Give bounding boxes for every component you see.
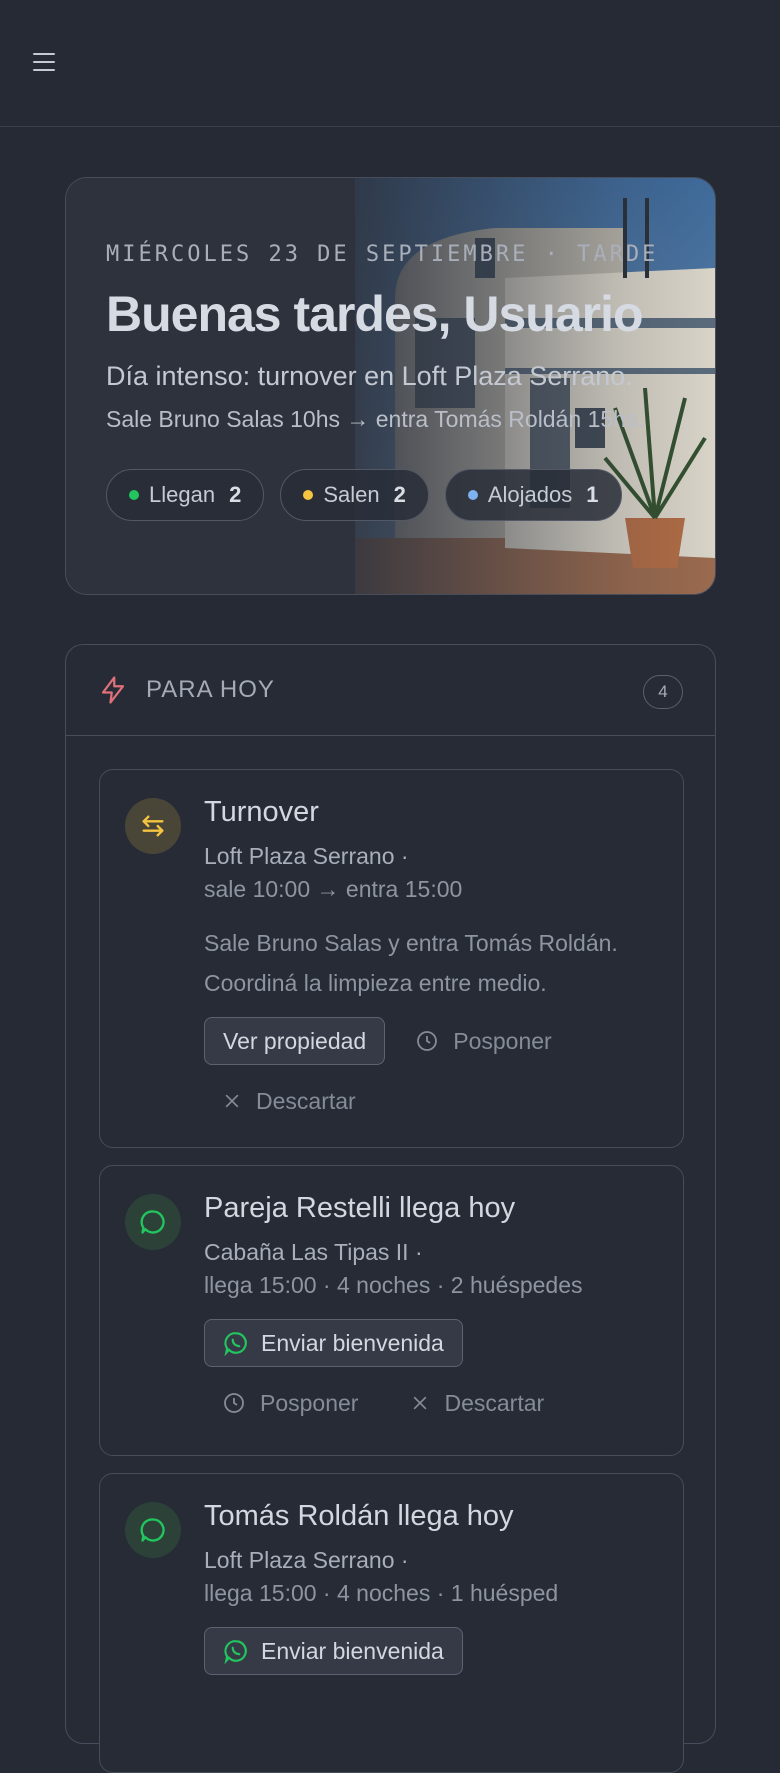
send-welcome-button[interactable]: Enviar bienvenida [204,1319,463,1367]
task-schedule: llega 15:00 · 4 noches · 1 huésped [204,1580,559,1606]
greeting-content: MIÉRCOLES 23 DE SEPTIEMBRE · TARDE Buena… [106,242,695,521]
task-property: Loft Plaza Serrano · [204,1547,409,1573]
chat-icon [125,1194,181,1250]
greeting-card: MIÉRCOLES 23 DE SEPTIEMBRE · TARDE Buena… [65,177,716,595]
task-card-arrival-restelli: Pareja Restelli llega hoy Cabaña Las Tip… [99,1165,684,1456]
button-label: Enviar bienvenida [261,1637,444,1664]
close-icon [414,1396,427,1410]
greeting-subtitle: Día intenso: turnover en Loft Plaza Serr… [106,361,633,391]
task-card-turnover: Turnover Loft Plaza Serrano · sale 10:00… [99,769,684,1148]
today-panel-header: PARA HOY 4 [66,645,715,736]
chip-salen[interactable]: Salen 2 [280,469,429,521]
button-label: Ver propiedad [223,1027,367,1054]
chip-count: 2 [393,482,406,507]
chip-count: 2 [229,482,242,507]
whatsapp-icon [224,1332,247,1356]
button-label: Posponer [453,1027,552,1054]
chip-label: Salen [323,482,380,507]
status-dot-icon [303,490,314,500]
top-bar [0,0,780,127]
stats-chips: Llegan 2 Salen 2 Alojados 1 [106,469,695,521]
task-title: Tomás Roldán llega hoy [204,1500,514,1532]
chip-count: 1 [586,482,599,507]
greeting-detail: Sale Bruno Salas 10hs → entra Tomás Rold… [106,406,644,432]
button-label: Enviar bienvenida [261,1329,444,1356]
clock-icon [224,1393,244,1413]
bolt-icon [101,676,125,704]
greeting-title: Buenas tardes, Usuario [106,286,644,342]
dismiss-button[interactable]: Descartar [392,1379,562,1427]
task-description: Sale Bruno Salas y entra Tomás Roldán. C… [204,930,618,996]
postpone-button[interactable]: Posponer [204,1379,376,1427]
task-card-arrival-roldan: Tomás Roldán llega hoy Loft Plaza Serran… [99,1473,684,1773]
today-panel-title: PARA HOY [146,676,275,703]
whatsapp-icon [224,1640,247,1664]
today-count-badge: 4 [643,675,683,709]
task-schedule: sale 10:00 → entra 15:00 [204,876,463,902]
status-dot-icon [467,490,478,500]
button-label: Descartar [444,1389,545,1416]
hamburger-icon[interactable] [32,50,56,74]
close-icon [225,1094,239,1108]
postpone-button[interactable]: Posponer [397,1017,569,1065]
task-title: Pareja Restelli llega hoy [204,1192,516,1224]
view-property-button[interactable]: Ver propiedad [204,1017,386,1065]
chip-llegan[interactable]: Llegan 2 [106,469,265,521]
swap-arrows-icon [125,798,181,854]
chat-icon [125,1502,181,1558]
chip-alojados[interactable]: Alojados 1 [444,469,622,521]
task-property: Loft Plaza Serrano · [204,843,409,869]
chip-label: Alojados [487,482,573,507]
button-label: Descartar [256,1087,356,1114]
chip-label: Llegan [149,482,216,507]
button-label: Posponer [260,1389,359,1416]
status-dot-icon [129,490,139,500]
task-title: Turnover [204,796,319,828]
clock-icon [417,1031,438,1051]
dismiss-button[interactable]: Descartar [204,1077,374,1125]
today-panel: PARA HOY 4 Turnover Loft Plaza Serrano ·… [65,644,716,1773]
date-label: MIÉRCOLES 23 DE SEPTIEMBRE · TARDE [106,242,659,267]
send-welcome-button[interactable]: Enviar bienvenida [204,1627,463,1675]
task-property: Cabaña Las Tipas II · [204,1239,423,1265]
task-schedule: llega 15:00 · 4 noches · 2 huéspedes [204,1272,583,1298]
